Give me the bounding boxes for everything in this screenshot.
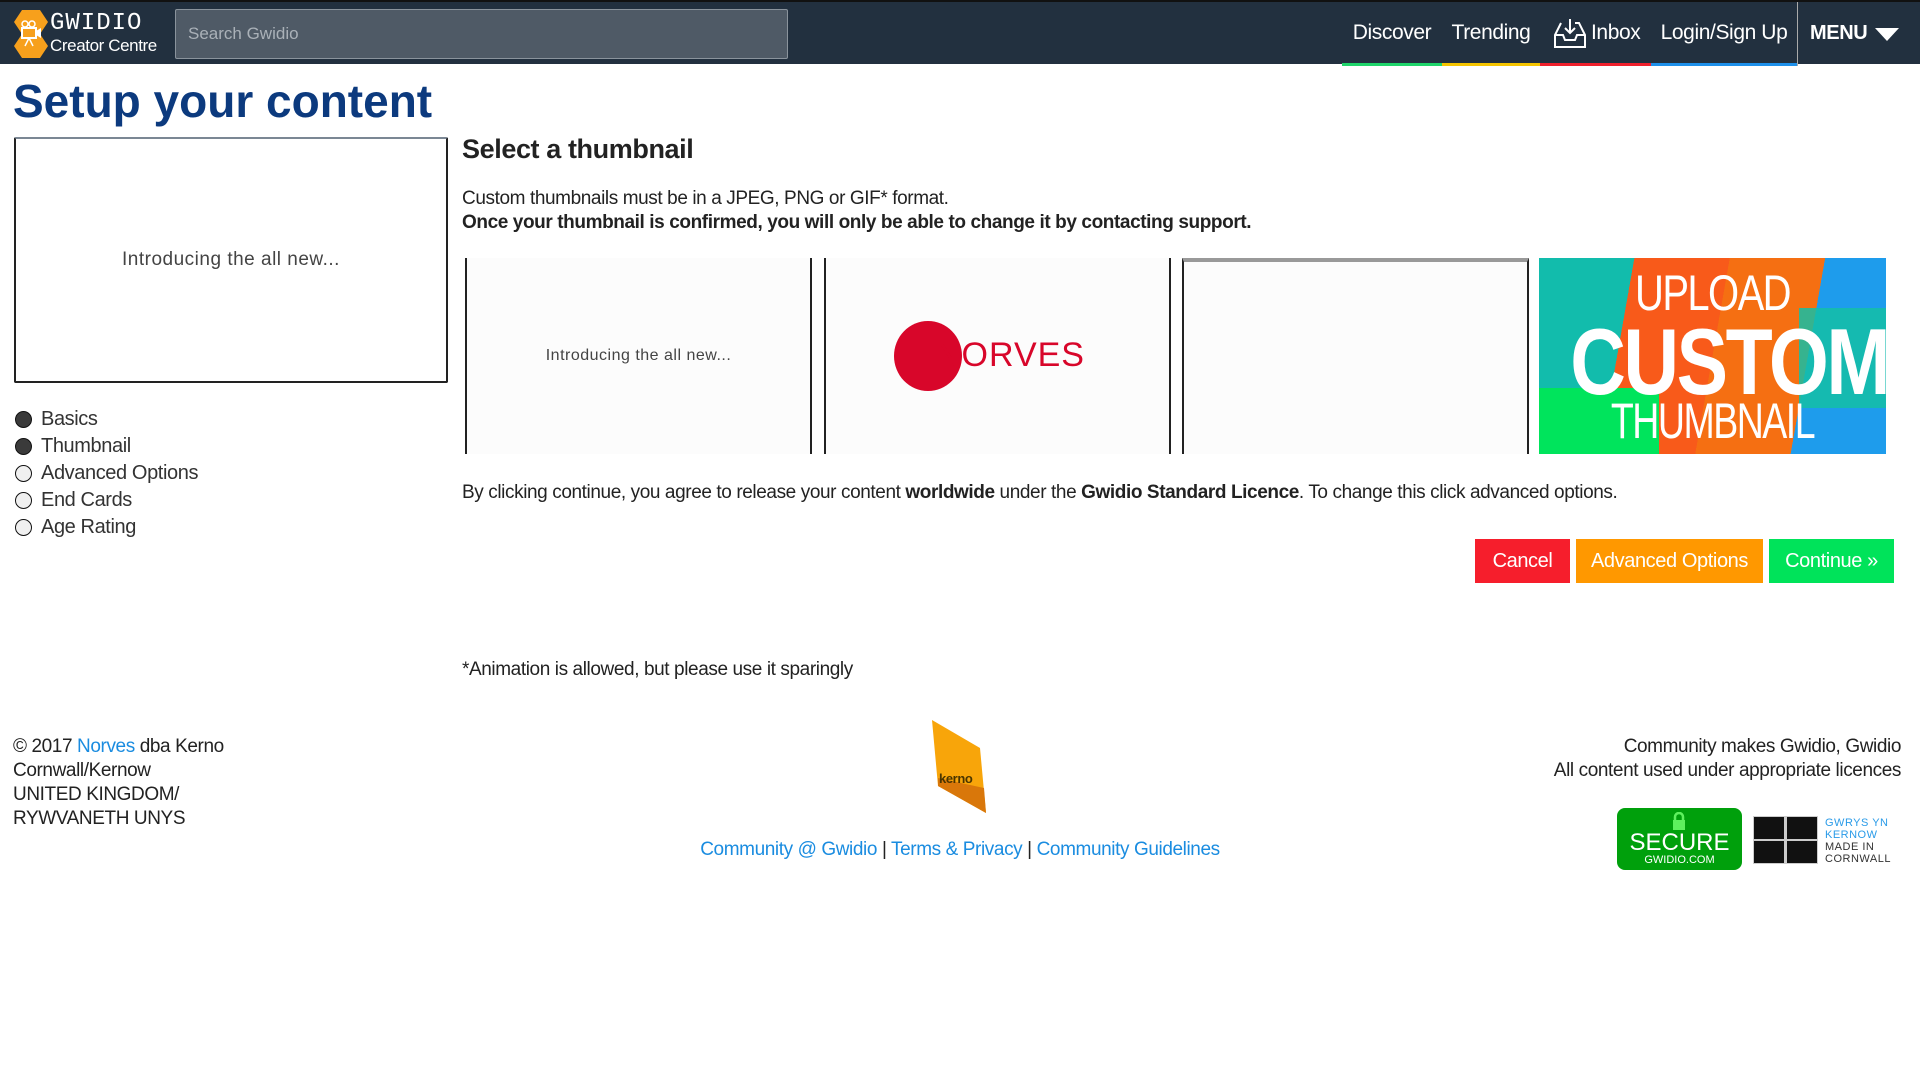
step-thumbnail[interactable]: Thumbnail (15, 433, 131, 459)
agree-text: under the (994, 482, 1082, 503)
brand-subtitle: Creator Centre (50, 36, 157, 55)
made-in-cornwall-badge: GWRYS YN KERNOW MADE IN CORNWALL (1753, 816, 1903, 865)
agree-text: . To change this click advanced options. (1298, 482, 1618, 503)
badge-text: GWRYS YN (1825, 817, 1889, 829)
copyright: © 2017 Norves dba Kerno (13, 735, 224, 759)
address-line: Cornwall/Kernow (13, 760, 151, 781)
animation-footnote: *Animation is allowed, but please use it… (462, 659, 853, 680)
nav-trending[interactable]: Trending (1442, 2, 1540, 66)
address-line: UNITED KINGDOM/ (13, 784, 180, 805)
footer-right: Community makes Gwidio, Gwidio All conte… (1553, 735, 1902, 783)
step-age-rating[interactable]: Age Rating (15, 514, 136, 540)
continue-button[interactable]: Continue » (1769, 539, 1894, 583)
copyright-text: © 2017 (13, 736, 78, 757)
step-label: Basics (41, 407, 98, 430)
chevron-down-icon (1875, 28, 1899, 41)
gwidio-logo-icon[interactable] (14, 10, 48, 58)
nav-login-signup[interactable]: Login/Sign Up (1651, 2, 1797, 66)
thumbnail-option-1[interactable]: Introducing the all new... (465, 258, 812, 454)
thumbnail-text: THUMBNAIL (1610, 393, 1816, 449)
licence-agreement: By clicking continue, you agree to relea… (462, 482, 1618, 504)
nav-underline (1651, 63, 1797, 66)
confirm-warning: Once your thumbnail is confirmed, you wi… (462, 212, 1252, 233)
step-advanced-options[interactable]: Advanced Options (15, 460, 198, 486)
norves-link[interactable]: Norves (77, 736, 135, 757)
nav-label: Login/Sign Up (1660, 21, 1788, 44)
thumbnail-option-3[interactable] (1182, 258, 1529, 454)
kerno-logo[interactable]: kerno (930, 718, 990, 816)
footer-left: © 2017 Norves dba Kerno Cornwall/Kernow … (13, 735, 224, 831)
community-link[interactable]: Community @ Gwidio (700, 839, 877, 860)
agree-worldwide: worldwide (905, 482, 995, 503)
community-text: Community makes Gwidio, Gwidio (1623, 736, 1902, 757)
footer-links: Community @ Gwidio | Terms & Privacy | C… (560, 838, 1360, 862)
step-done-icon (15, 410, 32, 428)
badge-text: MADE IN (1825, 841, 1875, 853)
nav-label: Inbox (1591, 21, 1641, 44)
step-pending-icon (15, 464, 32, 482)
search-input[interactable] (175, 9, 788, 59)
nav-discover[interactable]: Discover (1342, 2, 1442, 66)
preview-text: Introducing the all new... (122, 249, 340, 270)
section-heading: Select a thumbnail (462, 134, 694, 164)
nav-inbox[interactable]: Inbox (1540, 2, 1651, 66)
badge-text: CORNWALL (1825, 853, 1891, 865)
menu-label: MENU (1810, 22, 1868, 44)
format-info: Custom thumbnails must be in a JPEG, PNG… (462, 188, 949, 209)
nav-underline (1342, 63, 1442, 66)
nav-label: Discover (1352, 21, 1432, 44)
content-preview: Introducing the all new... (14, 137, 448, 383)
step-done-icon (15, 437, 32, 455)
step-label: End Cards (41, 488, 132, 511)
copyright-text: dba Kerno (134, 736, 224, 757)
step-label: Thumbnail (41, 434, 131, 457)
step-end-cards[interactable]: End Cards (15, 487, 132, 513)
lock-icon (1673, 812, 1685, 830)
thumbnail-option-2[interactable]: NORVES (824, 258, 1171, 454)
nav-underline (1540, 63, 1651, 66)
thumbnail-text: Introducing the all new... (545, 347, 732, 364)
top-navbar: GWIDIO Creator Centre Discover Trending … (0, 0, 1920, 66)
secure-domain: GWIDIO.COM (1644, 854, 1715, 866)
terms-privacy-link[interactable]: Terms & Privacy (891, 839, 1023, 860)
cornwall-flag-icon (1753, 816, 1818, 864)
step-pending-icon (15, 518, 32, 536)
nav-underline (1442, 63, 1540, 66)
address-line: RYWVANETH UNYS (13, 808, 186, 829)
guidelines-link[interactable]: Community Guidelines (1037, 839, 1221, 860)
page-title: Setup your content (13, 75, 433, 127)
secure-text: SECURE (1629, 829, 1730, 856)
cancel-button[interactable]: Cancel (1475, 539, 1570, 583)
agree-text: By clicking continue, you agree to relea… (462, 482, 906, 503)
norves-logo-text: NORVES (936, 336, 1085, 374)
upload-custom-thumbnail[interactable]: UPLOAD CUSTOM THUMBNAIL (1539, 258, 1886, 454)
step-pending-icon (15, 491, 32, 509)
nav-divider (1797, 2, 1798, 66)
secure-badge: SECURE GWIDIO.COM (1617, 808, 1742, 870)
nav-label: Trending (1451, 21, 1531, 44)
step-basics[interactable]: Basics (15, 406, 98, 432)
step-label: Age Rating (41, 515, 136, 538)
separator: | (881, 839, 887, 860)
step-label: Advanced Options (41, 461, 199, 484)
brand-name[interactable]: GWIDIO (50, 10, 142, 37)
separator: | (1027, 839, 1032, 860)
inbox-icon (1554, 19, 1586, 48)
licence-name: Gwidio Standard Licence (1081, 482, 1299, 503)
advanced-options-button[interactable]: Advanced Options (1576, 539, 1763, 583)
svg-text:kerno: kerno (939, 771, 973, 786)
menu-button[interactable]: MENU (1810, 2, 1910, 66)
licence-text: All content used under appropriate licen… (1553, 760, 1902, 781)
badge-text: KERNOW (1825, 829, 1878, 841)
